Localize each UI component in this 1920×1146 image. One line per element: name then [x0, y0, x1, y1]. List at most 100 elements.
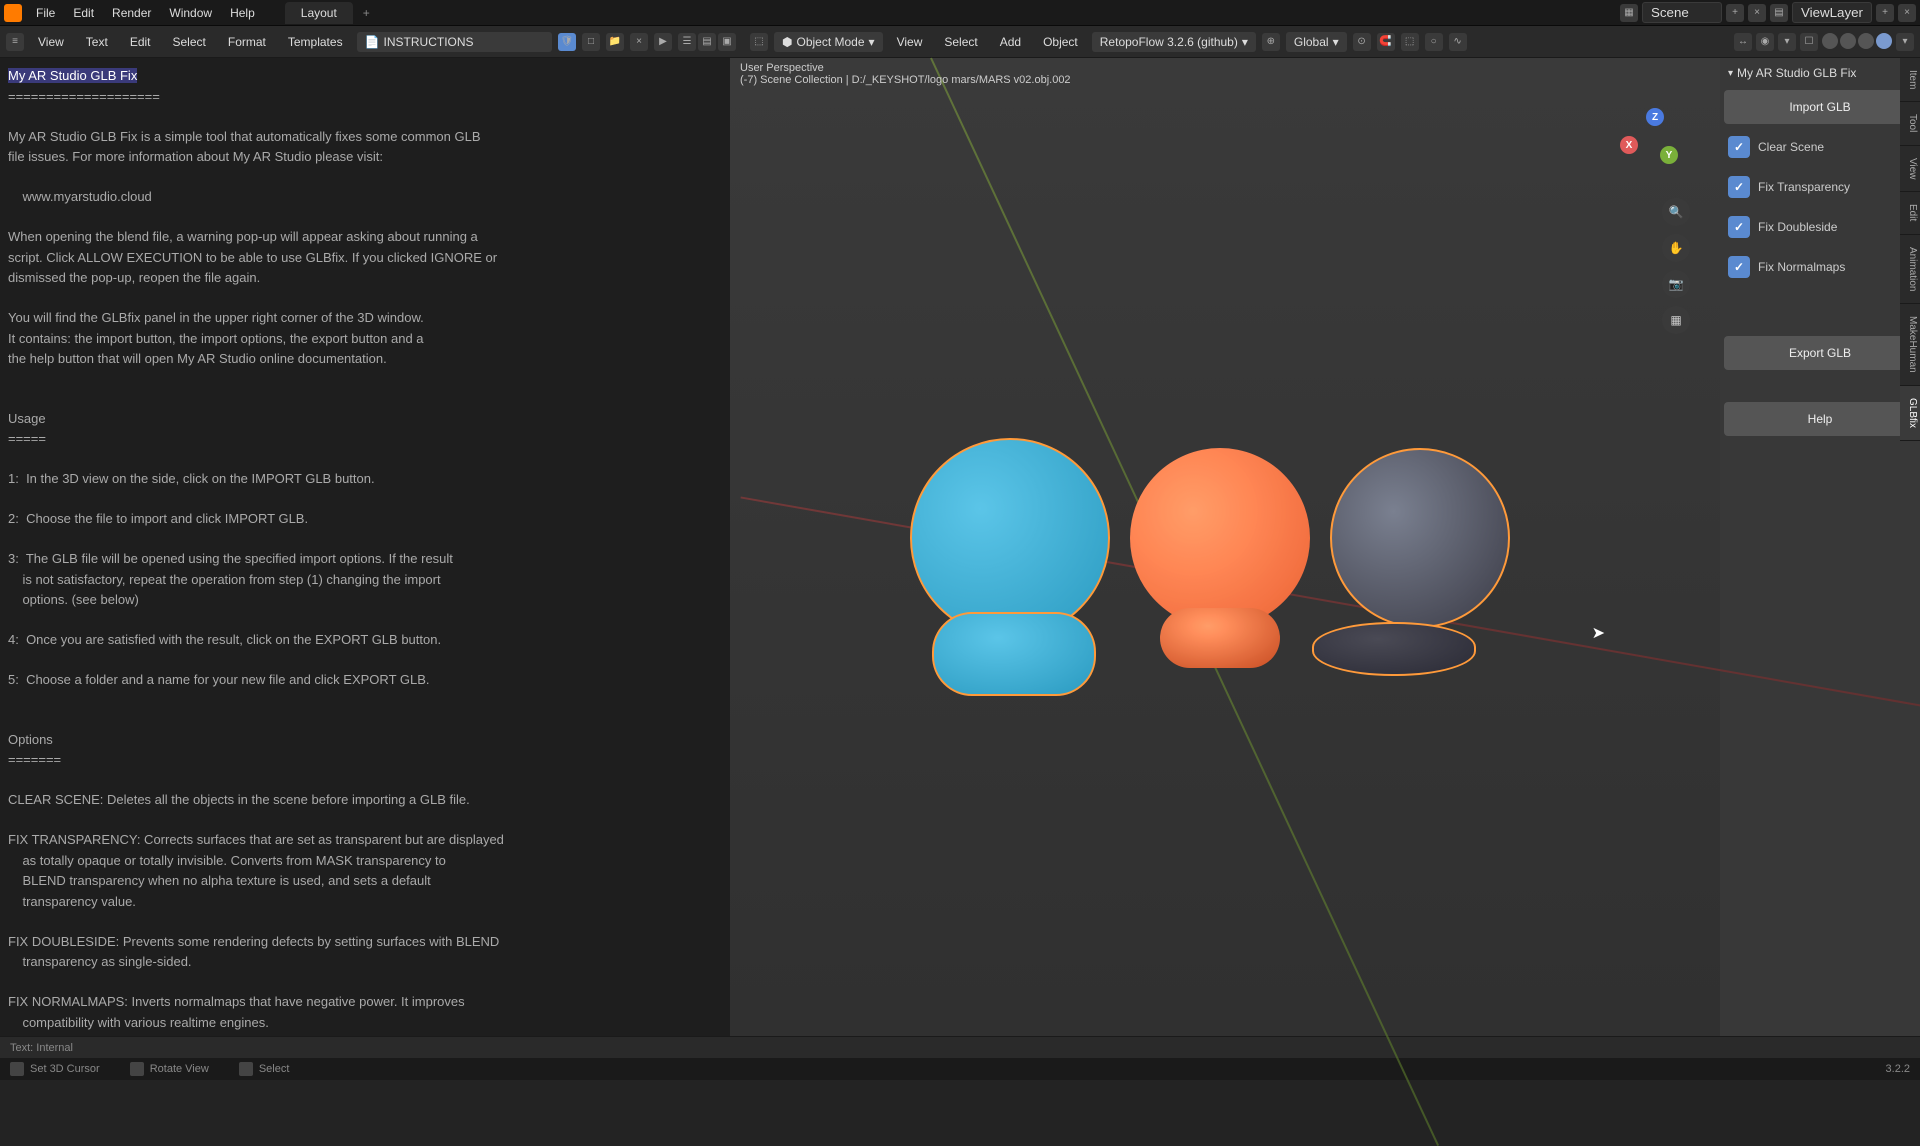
checkbox-fix-transparency-row[interactable]: ✓ Fix Transparency	[1724, 170, 1916, 204]
gizmo-y-axis[interactable]: Y	[1660, 146, 1678, 164]
vtab-glbfix[interactable]: GLBfix	[1900, 386, 1920, 441]
text-opts-h: Options	[8, 732, 53, 747]
vtab-edit[interactable]: Edit	[1900, 192, 1920, 234]
scene-name-input[interactable]	[1642, 2, 1722, 23]
scene-delete-icon[interactable]: ×	[1748, 4, 1766, 22]
checkbox-fix-doubleside[interactable]: ✓	[1728, 216, 1750, 238]
vtab-animation[interactable]: Animation	[1900, 235, 1920, 304]
retopoflow-menu[interactable]: RetopoFlow 3.2.6 (github) ▾	[1092, 32, 1256, 52]
workspace-tab-layout[interactable]: Layout	[285, 2, 353, 24]
viewlayer-delete-icon[interactable]: ×	[1898, 4, 1916, 22]
shading-matpreview-icon[interactable]	[1858, 33, 1874, 49]
xray-toggle-icon[interactable]: ☐	[1800, 33, 1818, 51]
text-menu-select[interactable]: Select	[165, 31, 214, 53]
pan-icon[interactable]: ✋	[1662, 234, 1690, 262]
text-menu-format[interactable]: Format	[220, 31, 274, 53]
text-display-mode-2-icon[interactable]: ▤	[698, 33, 716, 51]
viewport-menu-view[interactable]: View	[889, 31, 931, 53]
pivot-point-icon[interactable]: ⊙	[1353, 33, 1371, 51]
viewport-menu-select[interactable]: Select	[936, 31, 985, 53]
menu-window[interactable]: Window	[161, 2, 220, 24]
viewport-menu-object[interactable]: Object	[1035, 31, 1086, 53]
panel-header[interactable]: My AR Studio GLB Fix	[1724, 62, 1916, 84]
overlay-toggle-icon[interactable]: ◉	[1756, 33, 1774, 51]
orientation-label: Global	[1294, 35, 1329, 49]
proportional-edit-icon[interactable]: ○	[1425, 33, 1443, 51]
text-menu-view[interactable]: View	[30, 31, 72, 53]
shading-options-icon[interactable]: ▾	[1896, 33, 1914, 51]
text-unlink-icon[interactable]: ×	[630, 33, 648, 51]
retopoflow-label: RetopoFlow 3.2.6 (github)	[1100, 35, 1238, 49]
viewport-menu-add[interactable]: Add	[992, 31, 1029, 53]
gizmo-z-axis[interactable]: Z	[1646, 108, 1664, 126]
shading-rendered-icon[interactable]	[1876, 33, 1892, 49]
shading-wireframe-icon[interactable]	[1822, 33, 1838, 49]
text-display-mode-1-icon[interactable]: ☰	[678, 33, 696, 51]
text-opts-sep: =======	[8, 752, 61, 767]
object-orange-compact[interactable]	[1130, 448, 1310, 628]
menu-edit[interactable]: Edit	[65, 2, 102, 24]
zoom-icon[interactable]: 🔍	[1662, 198, 1690, 226]
shading-solid-icon[interactable]	[1840, 33, 1856, 49]
gizmo-toggle-icon[interactable]: ↔	[1734, 33, 1752, 51]
viewlayer-icon[interactable]: ▤	[1770, 4, 1788, 22]
checkbox-clear-scene[interactable]: ✓	[1728, 136, 1750, 158]
overlay-options-icon[interactable]: ▾	[1778, 33, 1796, 51]
text-menu-edit[interactable]: Edit	[122, 31, 159, 53]
checkbox-clear-scene-row[interactable]: ✓ Clear Scene	[1724, 130, 1916, 164]
export-glb-button[interactable]: Export GLB	[1724, 336, 1916, 370]
checkbox-fix-transparency[interactable]: ✓	[1728, 176, 1750, 198]
text-shield-icon[interactable]: 🛡	[558, 33, 576, 51]
text-u4: 4: Once you are satisfied with the resul…	[8, 632, 441, 647]
checkbox-fix-normalmaps-row[interactable]: ✓ Fix Normalmaps	[1724, 250, 1916, 284]
menu-render[interactable]: Render	[104, 2, 159, 24]
vtab-makehuman[interactable]: MakeHuman	[1900, 304, 1920, 386]
workspace-add-button[interactable]: +	[355, 2, 378, 24]
text-menu-text[interactable]: Text	[78, 31, 116, 53]
mode-selector[interactable]: ⬢ Object Mode ▾	[774, 32, 883, 52]
text-display-mode-3-icon[interactable]: ▣	[718, 33, 736, 51]
navigation-gizmo[interactable]: Z Y X	[1620, 108, 1690, 178]
checkbox-fix-doubleside-row[interactable]: ✓ Fix Doubleside	[1724, 210, 1916, 244]
text-new-icon[interactable]: □	[582, 33, 600, 51]
run-script-icon[interactable]: ▶	[654, 33, 672, 51]
text-editor-area[interactable]: My AR Studio GLB Fix ===================…	[0, 58, 730, 1036]
text-p1: My AR Studio GLB Fix is a simple tool th…	[8, 129, 481, 165]
proportional-options-icon[interactable]: ∿	[1449, 33, 1467, 51]
editor-type-3dview-icon[interactable]: ⬚	[750, 33, 768, 51]
text-u1: 1: In the 3D view on the side, click on …	[8, 471, 375, 486]
transform-orientation-selector[interactable]: Global ▾	[1286, 32, 1347, 52]
camera-view-icon[interactable]: 📷	[1662, 270, 1690, 298]
vtab-view[interactable]: View	[1900, 146, 1920, 193]
vtab-item[interactable]: Item	[1900, 58, 1920, 102]
status-select-label: Select	[259, 1063, 290, 1075]
viewport-3d[interactable]: User Perspective (-7) Scene Collection |…	[730, 58, 1920, 1036]
transform-orientation-icon[interactable]: ⊕	[1262, 33, 1280, 51]
checkbox-fix-normalmaps[interactable]: ✓	[1728, 256, 1750, 278]
scene-new-icon[interactable]: +	[1726, 4, 1744, 22]
help-button[interactable]: Help	[1724, 402, 1916, 436]
menu-file[interactable]: File	[28, 2, 63, 24]
snap-icon[interactable]: 🧲	[1377, 33, 1395, 51]
snap-options-icon[interactable]: ⬚	[1401, 33, 1419, 51]
viewlayer-name-input[interactable]	[1792, 2, 1872, 23]
vtab-tool[interactable]: Tool	[1900, 102, 1920, 145]
top-menu-bar: File Edit Render Window Help Layout + ▦ …	[0, 0, 1920, 26]
text-datablock-selector[interactable]: 📄 INSTRUCTIONS	[357, 32, 552, 52]
text-info-bar: Text: Internal	[0, 1036, 1920, 1058]
text-menu-templates[interactable]: Templates	[280, 31, 351, 53]
scene-icon[interactable]: ▦	[1620, 4, 1638, 22]
text-o3: FIX DOUBLESIDE: Prevents some rendering …	[8, 934, 499, 970]
object-blue-compact[interactable]	[910, 438, 1110, 638]
gizmo-x-axis[interactable]: X	[1620, 136, 1638, 154]
checkbox-fix-normalmaps-label: Fix Normalmaps	[1758, 260, 1845, 274]
perspective-toggle-icon[interactable]: ▦	[1662, 306, 1690, 334]
editor-type-text-icon[interactable]: ≡	[6, 33, 24, 51]
object-dark-compact[interactable]	[1330, 448, 1510, 628]
import-glb-button[interactable]: Import GLB	[1724, 90, 1916, 124]
menu-help[interactable]: Help	[222, 2, 263, 24]
text-o1: CLEAR SCENE: Deletes all the objects in …	[8, 792, 470, 807]
chevron-down-icon: ▾	[1333, 35, 1339, 49]
viewlayer-new-icon[interactable]: +	[1876, 4, 1894, 22]
text-open-icon[interactable]: 📁	[606, 33, 624, 51]
